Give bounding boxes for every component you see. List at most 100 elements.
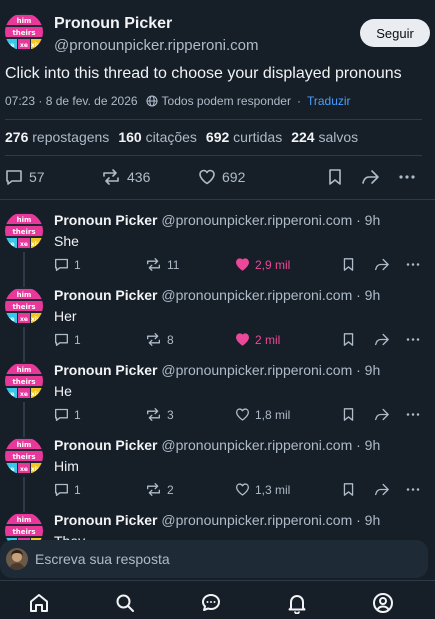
more-button[interactable]	[398, 168, 416, 186]
heart-icon	[236, 333, 249, 346]
profile-icon[interactable]	[371, 591, 395, 615]
repost-button[interactable]: 8	[145, 332, 174, 347]
reply-actions: 1 2 1,3 mil	[54, 482, 430, 500]
bookmark-button[interactable]	[342, 332, 355, 347]
main-post-actions: 57 436 692	[5, 168, 430, 188]
repost-button[interactable]: 436	[101, 168, 150, 186]
author-handle-time[interactable]: @pronounpicker.ripperoni.com · 9h	[161, 362, 380, 378]
author-handle[interactable]: @pronounpicker.ripperoni.com	[54, 37, 259, 54]
comment-icon	[6, 170, 22, 185]
search-icon[interactable]	[113, 591, 137, 615]
more-button[interactable]	[405, 332, 421, 347]
avatar[interactable]: him theirs re xe xim	[5, 362, 43, 400]
more-button[interactable]	[405, 482, 421, 497]
reply-header: Pronoun Picker @pronounpicker.ripperoni.…	[54, 287, 380, 303]
reply-post[interactable]: him theirs re xe xim Pronoun Picker @pro…	[5, 437, 430, 512]
author-name[interactable]: Pronoun Picker	[54, 15, 172, 33]
repost-button[interactable]: 11	[145, 257, 179, 272]
reply-button[interactable]: 1	[54, 257, 81, 272]
share-icon	[375, 333, 389, 346]
bell-icon[interactable]	[285, 591, 309, 615]
reply-header: Pronoun Picker @pronounpicker.ripperoni.…	[54, 437, 380, 453]
more-button[interactable]	[405, 407, 421, 422]
author-name[interactable]: Pronoun Picker	[54, 512, 157, 528]
author-handle-time[interactable]: @pronounpicker.ripperoni.com · 9h	[161, 212, 380, 228]
avatar[interactable]: him theirs re xe xim	[5, 287, 43, 325]
reply-text: He	[54, 383, 72, 399]
repost-button[interactable]: 2	[145, 482, 174, 497]
reply-text: She	[54, 233, 79, 249]
avatar-badge-text: theirs	[12, 303, 35, 311]
reply-post[interactable]: him theirs re xe xim Pronoun Picker @pro…	[5, 212, 430, 287]
reply-count: 57	[29, 169, 45, 185]
repost-icon	[147, 408, 160, 421]
author-handle-time[interactable]: @pronounpicker.ripperoni.com · 9h	[161, 287, 380, 303]
bookmark-icon	[343, 258, 354, 271]
reply-button[interactable]: 1	[54, 482, 81, 497]
avatar-badge-text: xe	[20, 466, 28, 473]
likes-stat[interactable]: 692 curtidas	[206, 129, 282, 145]
share-icon	[362, 170, 379, 184]
share-button[interactable]	[373, 407, 390, 422]
reply-post[interactable]: him theirs re xe xim Pronoun Picker @pro…	[5, 362, 430, 437]
translate-link[interactable]: Traduzir	[307, 94, 351, 108]
author-name[interactable]: Pronoun Picker	[54, 287, 157, 303]
like-button[interactable]: 2,9 mil	[235, 257, 290, 272]
avatar-badge-text: theirs	[12, 378, 35, 386]
saves-stat[interactable]: 224 salvos	[291, 129, 358, 145]
quotes-stat[interactable]: 160 citações	[118, 129, 197, 145]
share-button[interactable]	[373, 482, 390, 497]
reply-post[interactable]: him theirs re xe xim Pronoun Picker @pro…	[5, 287, 430, 362]
avatar-badge-text: xe	[20, 241, 28, 248]
like-button[interactable]: 1,3 mil	[235, 482, 290, 497]
post-meta: 07:23 · 8 de fev. de 2026 Todos podem re…	[5, 94, 351, 108]
bookmark-button[interactable]	[342, 257, 355, 272]
avatar-badge-text: xe	[20, 316, 28, 323]
reply-composer[interactable]: Escreva sua resposta	[0, 540, 428, 578]
author-handle-time[interactable]: @pronounpicker.ripperoni.com · 9h	[161, 437, 380, 453]
comment-icon	[55, 483, 68, 496]
reply-count: 1	[74, 332, 81, 347]
reply-text: Him	[54, 458, 79, 474]
avatar[interactable]: him theirs re xe xim	[5, 212, 43, 250]
author-name[interactable]: Pronoun Picker	[54, 437, 157, 453]
avatar[interactable]: him theirs re xe xim	[5, 13, 43, 51]
bookmark-button[interactable]	[342, 482, 355, 497]
bookmark-icon	[343, 483, 354, 496]
author-name[interactable]: Pronoun Picker	[54, 212, 157, 228]
thread-screen: him theirs re xe xim Pronoun Picker @pro…	[0, 0, 435, 619]
bookmark-button[interactable]	[327, 168, 343, 186]
author-name[interactable]: Pronoun Picker	[54, 362, 157, 378]
avatar-badge-text: xe	[20, 42, 28, 49]
like-button[interactable]: 692	[198, 168, 245, 186]
reposts-stat[interactable]: 276 repostagens	[5, 129, 109, 145]
share-icon	[375, 483, 389, 496]
reply-header: Pronoun Picker @pronounpicker.ripperoni.…	[54, 212, 380, 228]
chat-icon[interactable]	[199, 591, 223, 615]
avatar-badge-text: re	[7, 466, 14, 473]
repost-count: 436	[127, 169, 151, 185]
share-button[interactable]	[373, 257, 390, 272]
bookmark-icon	[343, 333, 354, 346]
author-handle-time[interactable]: @pronounpicker.ripperoni.com · 9h	[161, 512, 380, 528]
more-button[interactable]	[405, 257, 421, 272]
repost-count: 3	[167, 407, 174, 422]
avatar-badge-text: him	[17, 516, 32, 524]
share-button[interactable]	[373, 332, 390, 347]
avatar[interactable]: him theirs re xe xim	[5, 437, 43, 475]
bookmark-button[interactable]	[342, 407, 355, 422]
reply-button[interactable]: 57	[5, 168, 45, 186]
heart-icon	[236, 483, 249, 496]
share-icon	[375, 408, 389, 421]
reply-button[interactable]: 1	[54, 332, 81, 347]
repost-count: 2	[167, 482, 174, 497]
like-button[interactable]: 2 mil	[235, 332, 280, 347]
composer-placeholder[interactable]: Escreva sua resposta	[35, 551, 170, 567]
like-count: 2 mil	[255, 332, 281, 347]
like-button[interactable]: 1,8 mil	[235, 407, 290, 422]
share-button[interactable]	[360, 168, 380, 186]
follow-button[interactable]: Seguir	[360, 19, 430, 47]
reply-button[interactable]: 1	[54, 407, 81, 422]
repost-button[interactable]: 3	[145, 407, 174, 422]
home-icon[interactable]	[27, 591, 51, 615]
